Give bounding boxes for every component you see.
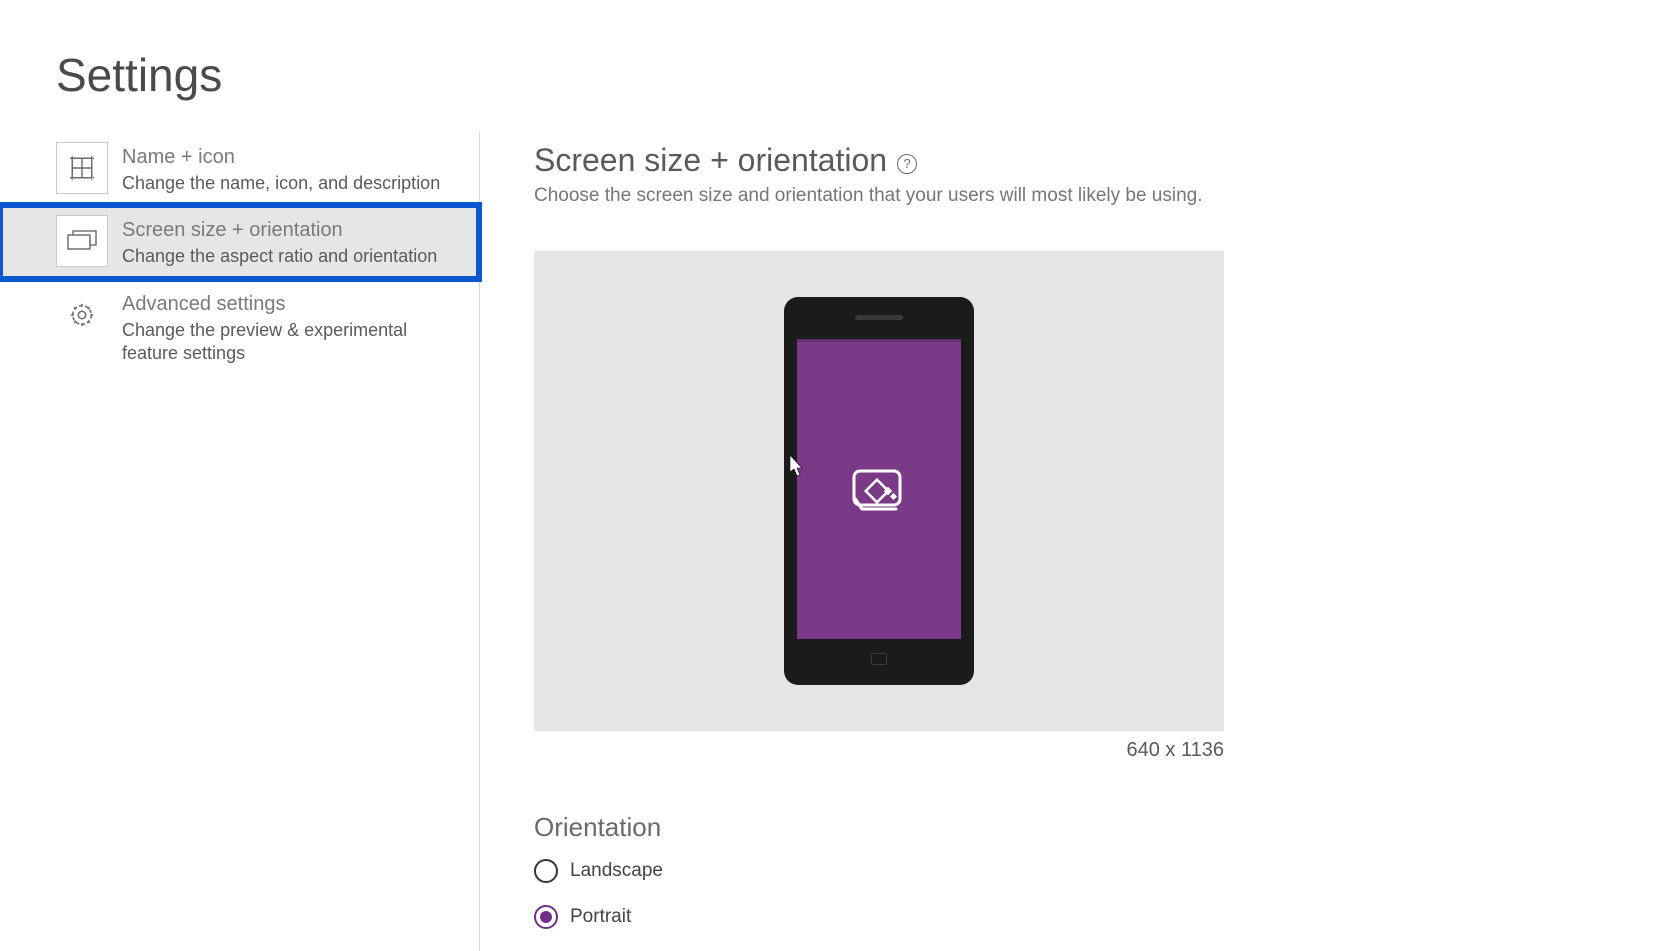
sidebar-item-title: Name + icon bbox=[122, 144, 440, 170]
radio-circle-icon bbox=[534, 859, 558, 883]
main-subtitle: Choose the screen size and orientation t… bbox=[534, 185, 1680, 207]
sidebar-item-text: Advanced settings Change the preview & e… bbox=[122, 289, 461, 366]
sidebar-item-text: Screen size + orientation Change the asp… bbox=[122, 215, 437, 268]
page-title: Settings bbox=[0, 0, 1680, 102]
radio-label: Portrait bbox=[570, 906, 631, 928]
sidebar-item-name-icon[interactable]: Name + icon Change the name, icon, and d… bbox=[0, 132, 479, 205]
sidebar-item-screen-size[interactable]: Screen size + orientation Change the asp… bbox=[0, 205, 479, 278]
sidebar-item-desc: Change the aspect ratio and orientation bbox=[122, 245, 437, 268]
grid-icon bbox=[56, 142, 108, 194]
sidebar-item-advanced[interactable]: Advanced settings Change the preview & e… bbox=[0, 279, 479, 376]
sidebar-item-title: Advanced settings bbox=[122, 291, 461, 317]
orientation-heading: Orientation bbox=[534, 812, 1680, 843]
dimensions-label: 640 x 1136 bbox=[534, 739, 1224, 762]
radio-landscape[interactable]: Landscape bbox=[534, 859, 1680, 883]
sidebar-item-title: Screen size + orientation bbox=[122, 217, 437, 243]
sidebar-item-text: Name + icon Change the name, icon, and d… bbox=[122, 142, 440, 195]
main-header: Screen size + orientation ? bbox=[534, 142, 1680, 179]
phone-earpiece bbox=[855, 315, 903, 320]
preview-box bbox=[534, 251, 1224, 731]
main-title: Screen size + orientation bbox=[534, 142, 887, 179]
help-icon[interactable]: ? bbox=[897, 154, 917, 174]
radio-portrait[interactable]: Portrait bbox=[534, 905, 1680, 929]
radio-inner-icon bbox=[540, 911, 552, 923]
orientation-radio-group: Landscape Portrait bbox=[534, 859, 1680, 929]
phone-home-button bbox=[871, 653, 887, 665]
main-panel: Screen size + orientation ? Choose the s… bbox=[480, 132, 1680, 951]
gear-icon bbox=[56, 289, 108, 341]
radio-circle-checked-icon bbox=[534, 905, 558, 929]
sidebar-item-desc: Change the name, icon, and description bbox=[122, 172, 440, 195]
settings-sidebar: Name + icon Change the name, icon, and d… bbox=[0, 132, 480, 951]
sidebar-item-desc: Change the preview & experimental featur… bbox=[122, 319, 461, 366]
phone-preview bbox=[784, 297, 974, 685]
orientation-section: Orientation Landscape Portrait bbox=[534, 812, 1680, 929]
radio-label: Landscape bbox=[570, 860, 663, 882]
phone-screen bbox=[797, 339, 961, 639]
powerapps-icon bbox=[850, 467, 908, 515]
settings-container: Name + icon Change the name, icon, and d… bbox=[0, 132, 1680, 951]
screen-size-icon bbox=[56, 215, 108, 267]
